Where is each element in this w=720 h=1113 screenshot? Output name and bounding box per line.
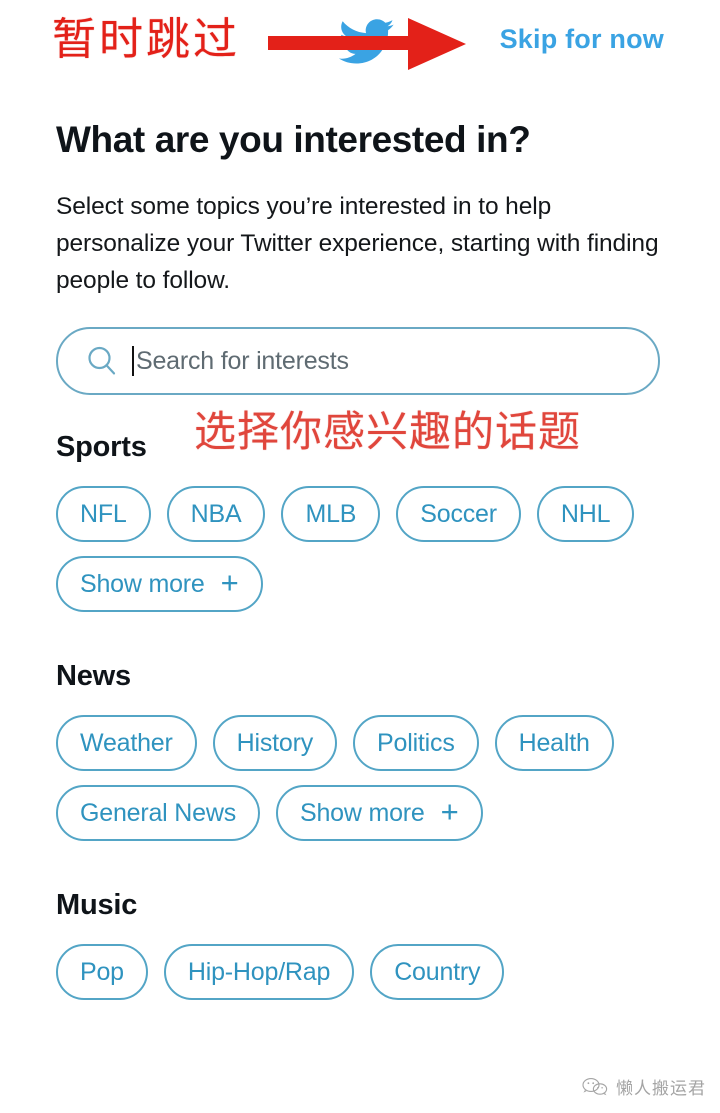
wechat-icon	[582, 1077, 608, 1097]
chip-soccer[interactable]: Soccer	[396, 486, 521, 542]
search-placeholder: Search for interests	[136, 346, 349, 375]
section-sports: Sports 选择你感兴趣的话题 NFL NBA MLB Soccer NHL	[56, 410, 664, 612]
chip-nfl[interactable]: NFL	[56, 486, 151, 542]
annotation-skip-chinese: 暂时跳过	[52, 15, 240, 64]
section-heading-sports: Sports	[56, 431, 147, 463]
annotation-arrow-icon	[268, 16, 468, 72]
watermark: 懒人搬运君	[582, 1074, 706, 1099]
chip-health[interactable]: Health	[494, 715, 614, 771]
chip-label: History	[236, 728, 314, 757]
search-icon	[86, 345, 118, 377]
show-more-news-button[interactable]: Show more +	[276, 785, 483, 841]
chip-nba[interactable]: NBA	[166, 486, 266, 542]
chip-hip-hop-rap[interactable]: Hip-Hop/Rap	[163, 944, 355, 1000]
section-music: Music Pop Hip-Hop/Rap Country	[56, 889, 664, 1000]
section-news: News Weather History Politics Health Gen…	[56, 660, 664, 841]
chip-label: Weather	[80, 728, 173, 757]
chip-group-sports: NFL NBA MLB Soccer NHL Show more +	[56, 486, 676, 612]
chip-general-news[interactable]: General News	[56, 785, 260, 841]
chip-label: Pop	[80, 957, 124, 986]
main-content: What are you interested in? Select some …	[0, 88, 720, 1000]
chip-group-news: Weather History Politics Health General …	[56, 715, 676, 841]
chip-politics[interactable]: Politics	[353, 715, 479, 771]
page-description: Select some topics you’re interested in …	[56, 193, 659, 294]
chip-group-music: Pop Hip-Hop/Rap Country	[56, 944, 676, 1000]
watermark-text: 懒人搬运君	[616, 1079, 706, 1099]
chip-label: Country	[394, 957, 481, 986]
chip-label: Show more	[80, 569, 205, 598]
chip-label: NHL	[560, 499, 611, 528]
section-heading-news: News	[56, 660, 131, 692]
chip-label: Hip-Hop/Rap	[187, 957, 331, 986]
chip-label: NFL	[80, 499, 127, 528]
chip-label: General News	[80, 798, 236, 827]
section-heading-music: Music	[56, 889, 138, 921]
chip-pop[interactable]: Pop	[56, 944, 148, 1000]
skip-for-now-button[interactable]: Skip for now	[500, 24, 664, 55]
chip-label: MLB	[305, 499, 357, 528]
chip-country[interactable]: Country	[370, 944, 505, 1000]
chip-weather[interactable]: Weather	[56, 715, 197, 771]
text-caret	[132, 346, 134, 376]
search-input[interactable]: Search for interests	[56, 327, 660, 395]
chip-label: Show more	[300, 798, 425, 827]
chip-label: Soccer	[420, 499, 497, 528]
chip-label: Politics	[377, 728, 455, 757]
top-bar: 暂时跳过 Skip for now	[0, 0, 720, 88]
chip-label: Health	[518, 728, 590, 757]
chip-history[interactable]: History	[212, 715, 338, 771]
chip-label: NBA	[190, 499, 242, 528]
show-more-sports-button[interactable]: Show more +	[56, 556, 263, 612]
chip-mlb[interactable]: MLB	[281, 486, 381, 542]
page-title: What are you interested in?	[56, 119, 531, 160]
chip-nhl[interactable]: NHL	[536, 486, 635, 542]
